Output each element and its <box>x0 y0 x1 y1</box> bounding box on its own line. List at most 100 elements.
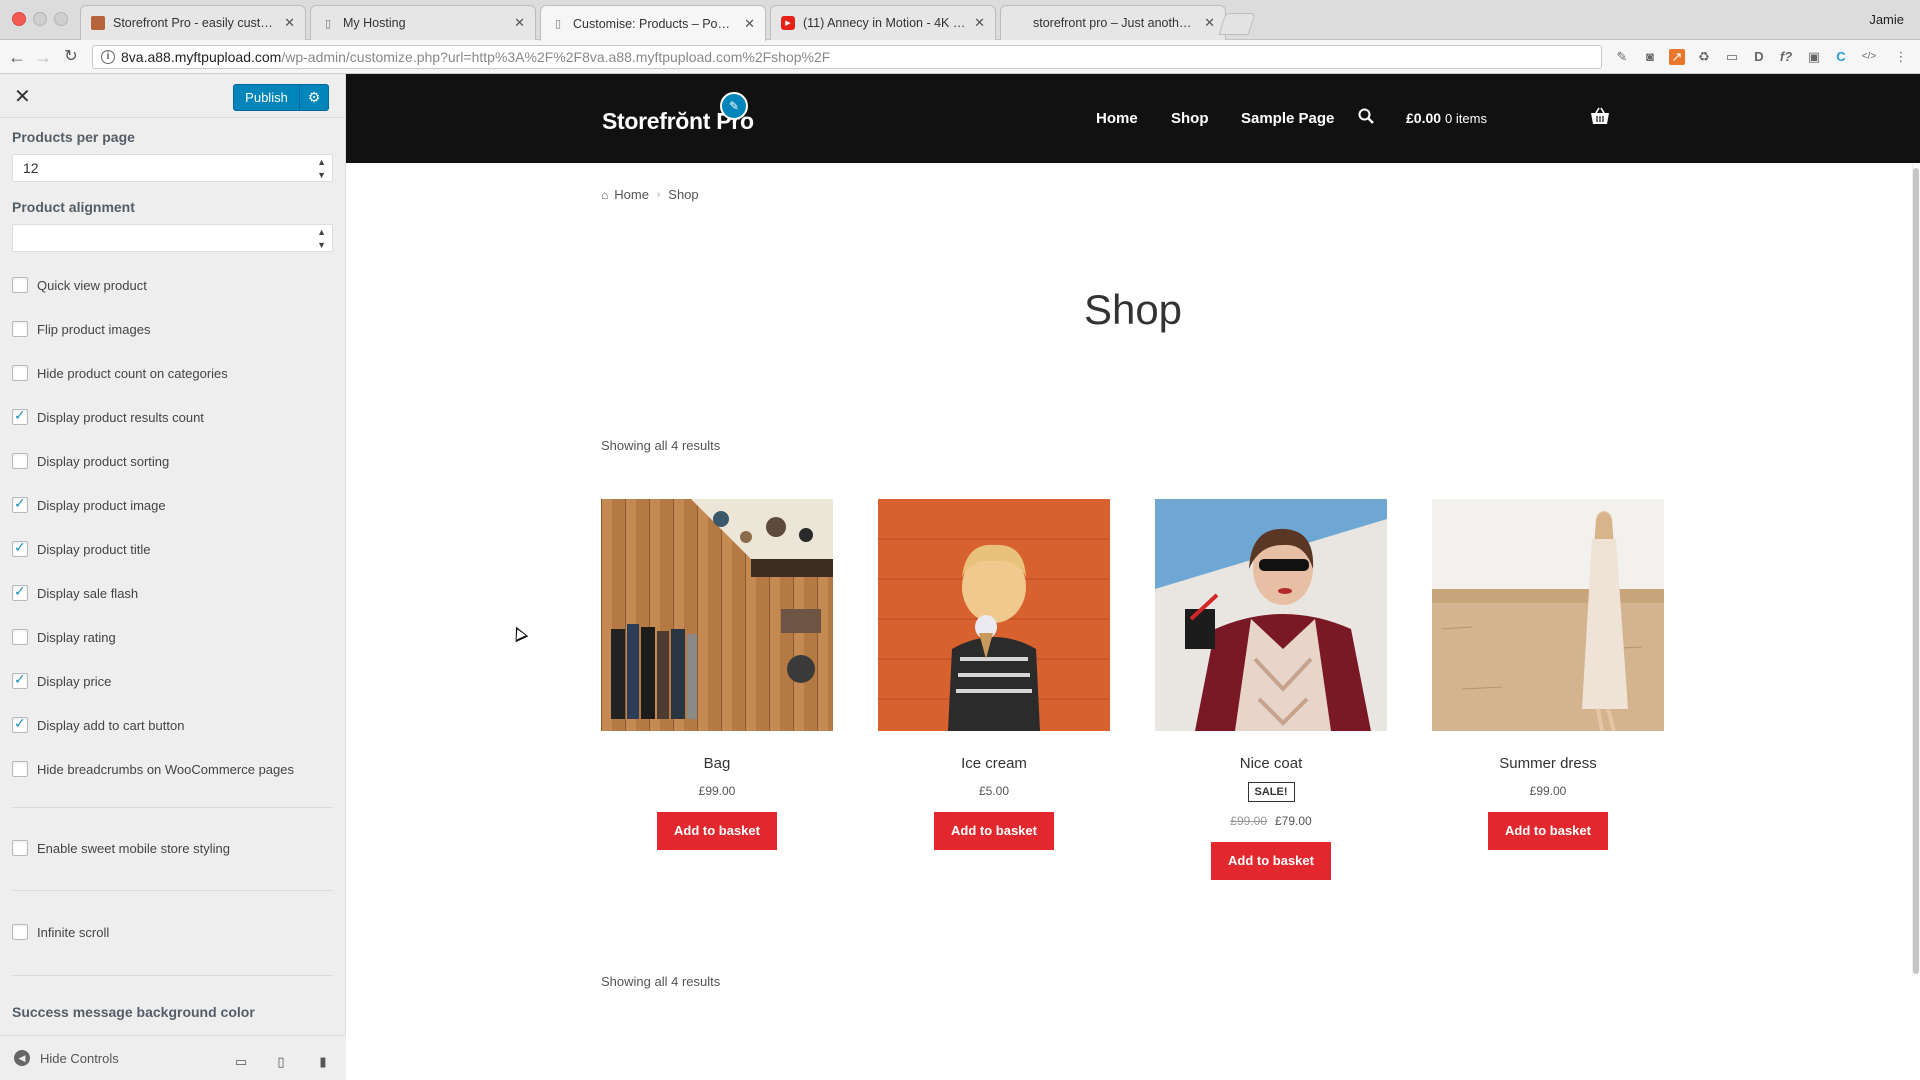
browser-tab[interactable]: ▯ My Hosting ✕ <box>310 5 536 40</box>
results-count-bottom: Showing all 4 results <box>601 974 721 989</box>
close-tab-icon[interactable]: ✕ <box>284 15 295 31</box>
product-price: £5.00 <box>878 784 1110 798</box>
browser-profile-name[interactable]: Jamie <box>1869 12 1904 27</box>
select-arrows-icon: ▲ ▼ <box>317 227 326 250</box>
option-label: Display sale flash <box>37 585 139 601</box>
checkbox[interactable] <box>12 539 28 557</box>
product-name[interactable]: Nice coat <box>1155 755 1387 772</box>
code-extension-icon[interactable]: </> <box>1861 49 1877 65</box>
checkbox[interactable] <box>12 453 28 469</box>
checkbox[interactable] <box>12 365 28 381</box>
infinite-scroll-option[interactable]: Infinite scroll <box>12 922 109 942</box>
address-bar[interactable]: i 8va.a88.myftpupload.com/wp-admin/custo… <box>92 45 1602 69</box>
mobile-styling-option[interactable]: Enable sweet mobile store styling <box>12 838 230 858</box>
hide-controls-button[interactable]: ◀ Hide Controls <box>14 1050 119 1066</box>
desktop-preview-icon[interactable]: ▭ <box>232 1054 250 1070</box>
display-option-row[interactable]: Display price <box>12 671 111 691</box>
product-card: Bag £99.00 Add to basket <box>601 499 833 850</box>
checkbox[interactable] <box>12 924 28 940</box>
window-zoom-button[interactable] <box>54 12 68 26</box>
forward-arrow-icon[interactable]: → <box>32 46 54 68</box>
mobile-preview-icon[interactable]: ▮ <box>314 1054 332 1070</box>
publish-settings-gear-icon[interactable]: ⚙ <box>299 84 329 111</box>
add-to-basket-button[interactable]: Add to basket <box>934 812 1054 850</box>
checkbox[interactable] <box>12 495 28 513</box>
menu-kebab-icon[interactable]: ⋮ <box>1893 49 1909 65</box>
products-per-page-select[interactable]: 12 ▲ ▼ <box>12 154 333 182</box>
option-label: Display product results count <box>37 409 204 425</box>
checkbox[interactable] <box>12 715 28 733</box>
display-option-row[interactable]: Quick view product <box>12 275 147 295</box>
cart-summary[interactable]: £0.00 0 items <box>1406 110 1487 126</box>
close-tab-icon[interactable]: ✕ <box>514 15 525 31</box>
eyedropper-extension-icon[interactable]: ✎ <box>1614 49 1630 65</box>
display-option-row[interactable]: Flip product images <box>12 319 150 339</box>
site-preview: Storefrŏnt Pro ✎ Home Shop Sample Page £… <box>346 74 1920 1080</box>
browser-tab[interactable]: ▶ (11) Annecy in Motion - 4K - T ✕ <box>770 5 996 40</box>
option-label: Flip product images <box>37 321 151 337</box>
display-option-row[interactable]: Hide product count on categories <box>12 363 228 383</box>
font-extension-icon[interactable]: f? <box>1778 49 1794 65</box>
close-tab-icon[interactable]: ✕ <box>1204 15 1215 31</box>
edit-pencil-icon[interactable]: ✎ <box>720 92 748 120</box>
product-image[interactable] <box>1432 499 1664 731</box>
reload-icon[interactable]: ↻ <box>60 46 82 68</box>
product-name[interactable]: Summer dress <box>1432 755 1664 772</box>
nav-home[interactable]: Home <box>1096 110 1138 127</box>
checkbox[interactable] <box>12 321 28 337</box>
display-option-row[interactable]: Display product results count <box>12 407 204 427</box>
divider <box>12 975 333 976</box>
product-name[interactable]: Ice cream <box>878 755 1110 772</box>
product-alignment-select[interactable]: ▲ ▼ <box>12 224 333 252</box>
display-option-row[interactable]: Display product title <box>12 539 150 559</box>
camera-extension-icon[interactable]: ◙ <box>1642 49 1658 65</box>
display-option-row[interactable]: Display rating <box>12 627 116 647</box>
display-option-row[interactable]: Hide breadcrumbs on WooCommerce pages <box>12 759 294 779</box>
c-extension-icon[interactable]: C <box>1833 49 1849 65</box>
product-image[interactable] <box>1155 499 1387 731</box>
nav-shop[interactable]: Shop <box>1171 110 1209 127</box>
checkbox[interactable] <box>12 407 28 425</box>
breadcrumb-home-link[interactable]: Home <box>614 187 649 202</box>
add-to-basket-button[interactable]: Add to basket <box>657 812 777 850</box>
checkbox[interactable] <box>12 583 28 601</box>
display-option-row[interactable]: Display product sorting <box>12 451 169 471</box>
basket-icon[interactable] <box>1590 107 1610 130</box>
close-customizer-icon[interactable]: ✕ <box>14 84 31 109</box>
display-option-row[interactable]: Display sale flash <box>12 583 138 603</box>
browser-tab[interactable]: storefront pro – Just another V ✕ <box>1000 5 1226 40</box>
checkbox[interactable] <box>12 277 28 293</box>
add-to-basket-button[interactable]: Add to basket <box>1211 842 1331 880</box>
back-arrow-icon[interactable]: ← <box>6 46 28 68</box>
checkbox[interactable] <box>12 840 28 856</box>
new-tab-button[interactable] <box>1218 13 1256 35</box>
checkbox[interactable] <box>12 671 28 689</box>
close-tab-icon[interactable]: ✕ <box>974 15 985 31</box>
briefcase-extension-icon[interactable]: ▣ <box>1806 49 1822 65</box>
checkbox[interactable] <box>12 629 28 645</box>
browser-tab[interactable]: Storefront Pro - easily custom ✕ <box>80 5 306 40</box>
display-option-row[interactable]: Display product image <box>12 495 166 515</box>
display-option-row[interactable]: Display add to cart button <box>12 715 184 735</box>
close-tab-icon[interactable]: ✕ <box>744 16 755 32</box>
recycle-extension-icon[interactable]: ♻ <box>1696 49 1712 65</box>
site-info-icon[interactable]: i <box>101 50 115 64</box>
window-close-button[interactable] <box>12 12 26 26</box>
graph-extension-icon[interactable]: ↗ <box>1669 49 1685 65</box>
d-extension-icon[interactable]: D <box>1751 49 1767 65</box>
product-image[interactable] <box>601 499 833 731</box>
product-name[interactable]: Bag <box>601 755 833 772</box>
browser-tab-active[interactable]: ▯ Customise: Products – Pootle ✕ <box>540 5 766 41</box>
products-per-page-label: Products per page <box>12 129 135 145</box>
add-to-basket-button[interactable]: Add to basket <box>1488 812 1608 850</box>
search-icon[interactable] <box>1358 108 1374 129</box>
tablet-preview-icon[interactable]: ▯ <box>272 1054 290 1070</box>
option-label: Display product sorting <box>37 453 170 469</box>
old-price: £99.00 <box>1230 814 1267 828</box>
nav-sample-page[interactable]: Sample Page <box>1241 110 1334 127</box>
checkbox[interactable] <box>12 761 28 777</box>
publish-button[interactable]: Publish <box>233 84 300 111</box>
product-image[interactable] <box>878 499 1110 731</box>
window-minimize-button[interactable] <box>33 12 47 26</box>
cast-icon[interactable]: ▭ <box>1724 49 1740 65</box>
